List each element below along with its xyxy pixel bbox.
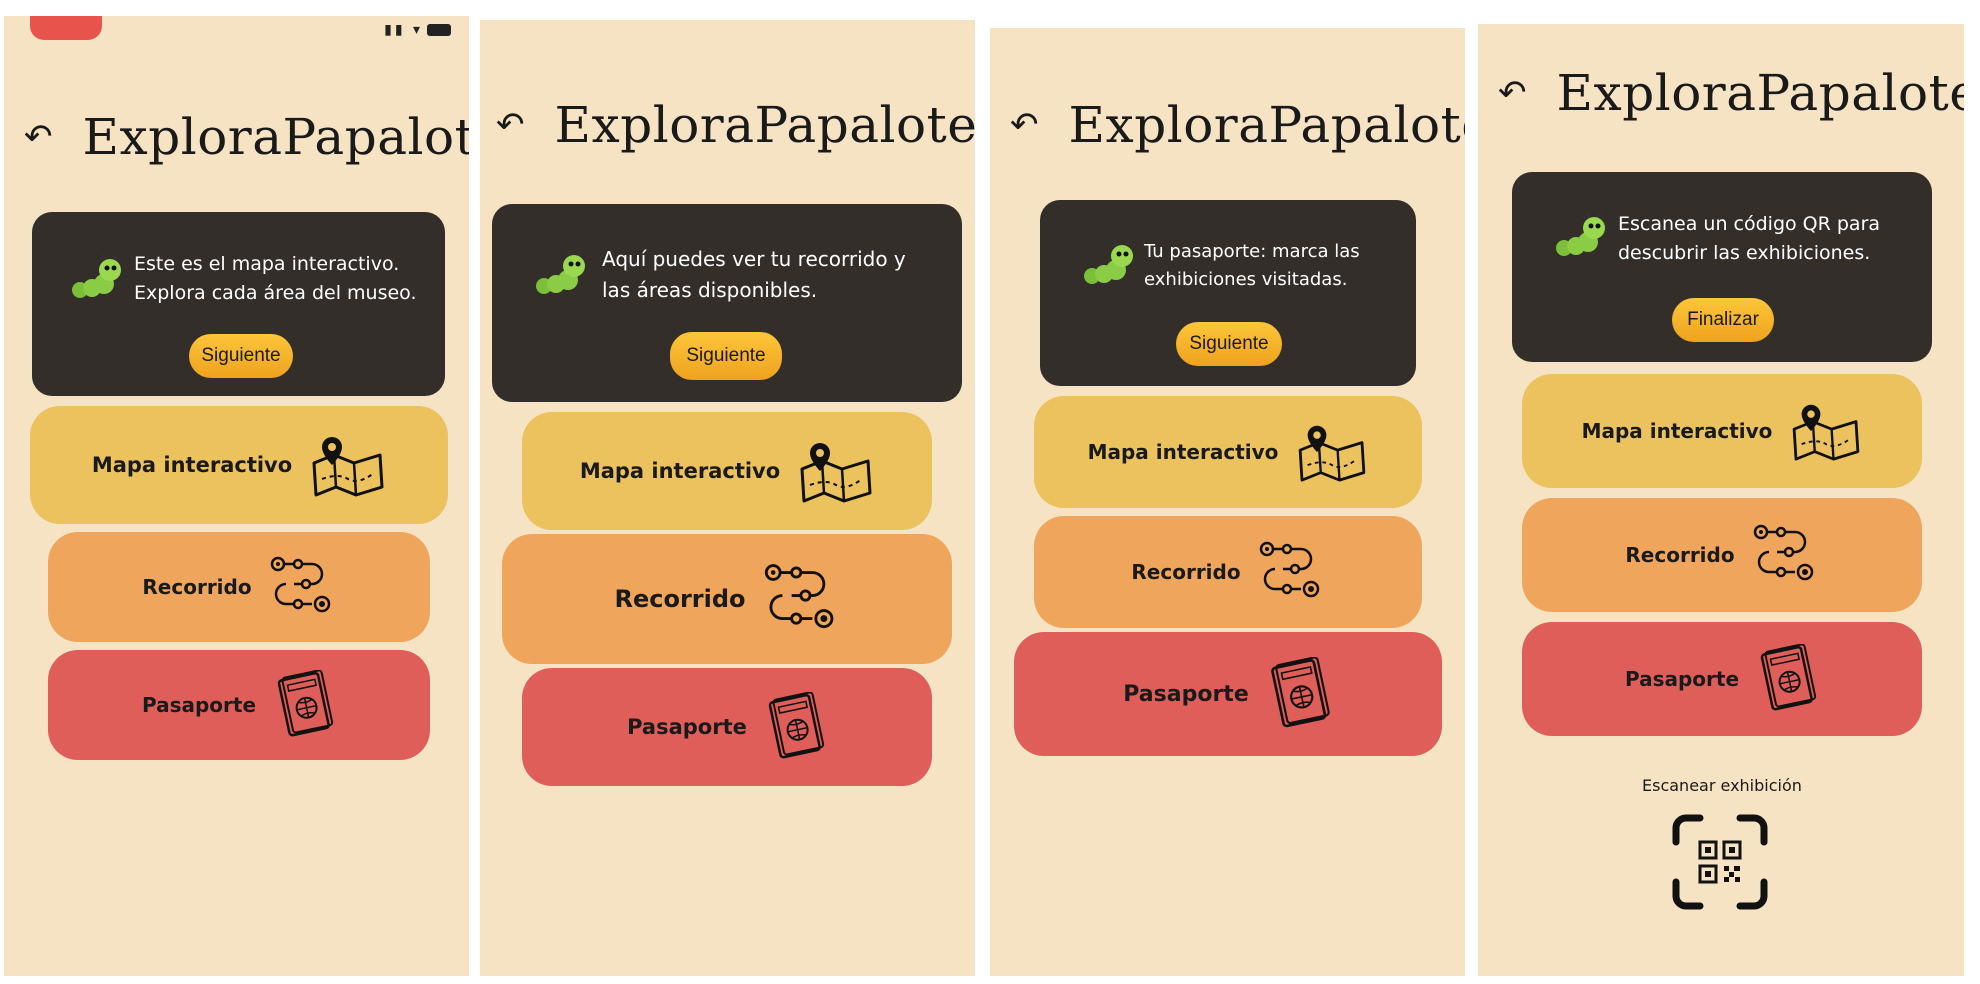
map-menu-label: Mapa interactivo xyxy=(1087,440,1279,464)
map-menu-button[interactable]: Mapa interactivo xyxy=(1522,374,1922,488)
tip-line-2: Explora cada área del museo. xyxy=(134,282,417,305)
route-menu-button[interactable]: Recorrido xyxy=(48,532,430,642)
map-menu-label: Mapa interactivo xyxy=(579,459,781,483)
next-button[interactable]: Siguiente xyxy=(189,334,293,378)
header: ↶ ExploraPapalote xyxy=(24,108,469,166)
qr-scan-icon[interactable] xyxy=(1672,814,1768,910)
passport-menu-button[interactable]: Pasaporte xyxy=(1014,632,1442,756)
passport-menu-label: Pasaporte xyxy=(141,693,257,717)
route-menu-button[interactable]: Recorrido xyxy=(1034,516,1422,628)
tip-line-1: Este es el mapa interactivo. xyxy=(134,253,400,275)
passport-menu-label: Pasaporte xyxy=(1123,681,1249,707)
next-button[interactable]: Siguiente xyxy=(1176,322,1282,366)
passport-icon xyxy=(1760,644,1817,711)
route-path-icon xyxy=(270,556,330,613)
tip-text: Tu pasaporte: marca las exhibiciones vis… xyxy=(1144,238,1360,294)
route-menu-button[interactable]: Recorrido xyxy=(1522,498,1922,612)
passport-menu-button[interactable]: Pasaporte xyxy=(522,668,932,786)
map-pin-icon xyxy=(800,443,872,503)
route-menu-label: Recorrido xyxy=(142,575,252,599)
route-path-icon xyxy=(1259,541,1319,598)
passport-icon xyxy=(1270,657,1330,728)
tip-card: Tu pasaporte: marca las exhibiciones vis… xyxy=(1040,200,1416,386)
tip-card: Este es el mapa interactivo. Explora cad… xyxy=(32,212,445,396)
map-menu-button[interactable]: Mapa interactivo xyxy=(1034,396,1422,508)
passport-menu-label: Pasaporte xyxy=(627,715,747,739)
passport-menu-button[interactable]: Pasaporte xyxy=(1522,622,1922,736)
app-title: ExploraPapalote xyxy=(554,96,976,154)
tip-line-1: Tu pasaporte: marca las xyxy=(1144,241,1360,262)
passport-icon xyxy=(768,692,825,759)
map-menu-label: Mapa interactivo xyxy=(91,453,293,477)
caterpillar-icon xyxy=(72,254,121,298)
scan-label: Escanear exhibición xyxy=(1642,776,1802,795)
header: ↶ ExploraPapalote xyxy=(1010,96,1465,154)
screen-1: ▮▮ ▾ ↶ ExploraPapalote Este es el mapa i… xyxy=(4,16,469,976)
app-title: ExploraPapalote xyxy=(82,108,470,166)
map-pin-icon xyxy=(312,437,384,497)
passport-menu-label: Pasaporte xyxy=(1624,667,1740,691)
next-button[interactable]: Siguiente xyxy=(670,332,782,380)
tip-line-2: exhibiciones visitadas. xyxy=(1144,268,1348,290)
caterpillar-icon xyxy=(536,250,585,294)
finish-button[interactable]: Finalizar xyxy=(1672,298,1774,342)
recording-indicator xyxy=(30,16,102,40)
tip-text: Aquí puedes ver tu recorrido y las áreas… xyxy=(602,244,906,306)
route-path-icon xyxy=(764,564,833,629)
screen-2: ↶ ExploraPapalote Aquí puedes ver tu rec… xyxy=(480,20,975,976)
battery-icon xyxy=(427,24,451,36)
status-bar-icons: ▮▮ ▾ xyxy=(384,22,451,38)
route-path-icon xyxy=(1753,524,1813,581)
route-menu-button[interactable]: Recorrido xyxy=(502,534,952,664)
back-arrow-icon[interactable]: ↶ xyxy=(1010,108,1039,142)
screen-3: ↶ ExploraPapalote Tu pasaporte: marca la… xyxy=(990,28,1465,976)
tip-card: Aquí puedes ver tu recorrido y las áreas… xyxy=(492,204,962,402)
back-arrow-icon[interactable]: ↶ xyxy=(1498,76,1527,110)
back-arrow-icon[interactable]: ↶ xyxy=(24,120,53,154)
tip-card: Escanea un código QR para descubrir las … xyxy=(1512,172,1932,362)
tip-line-2: las áreas disponibles. xyxy=(602,278,818,302)
tip-text: Escanea un código QR para descubrir las … xyxy=(1618,210,1880,269)
tip-line-1: Aquí puedes ver tu recorrido y xyxy=(602,247,906,271)
map-menu-button[interactable]: Mapa interactivo xyxy=(522,412,932,530)
back-arrow-icon[interactable]: ↶ xyxy=(496,108,525,142)
map-menu-button[interactable]: Mapa interactivo xyxy=(30,406,448,524)
header: ↶ ExploraPapalote xyxy=(1498,64,1964,122)
header: ↶ ExploraPapalote xyxy=(496,96,975,154)
route-menu-label: Recorrido xyxy=(614,585,746,613)
route-menu-label: Recorrido xyxy=(1625,543,1735,567)
map-menu-label: Mapa interactivo xyxy=(1581,419,1773,443)
screen-4: ↶ ExploraPapalote Escanea un código QR p… xyxy=(1478,24,1964,976)
app-title: ExploraPapalote xyxy=(1556,64,1965,122)
tip-line-1: Escanea un código QR para xyxy=(1618,213,1881,235)
passport-icon xyxy=(277,670,334,737)
caterpillar-icon xyxy=(1556,212,1605,256)
tip-text: Este es el mapa interactivo. Explora cad… xyxy=(134,250,417,309)
app-title: ExploraPapalote xyxy=(1068,96,1466,154)
map-pin-icon xyxy=(1793,404,1860,461)
caterpillar-icon xyxy=(1084,240,1133,284)
tip-line-2: descubrir las exhibiciones. xyxy=(1618,242,1871,265)
route-menu-label: Recorrido xyxy=(1131,560,1241,584)
map-pin-icon xyxy=(1299,425,1366,482)
passport-menu-button[interactable]: Pasaporte xyxy=(48,650,430,760)
